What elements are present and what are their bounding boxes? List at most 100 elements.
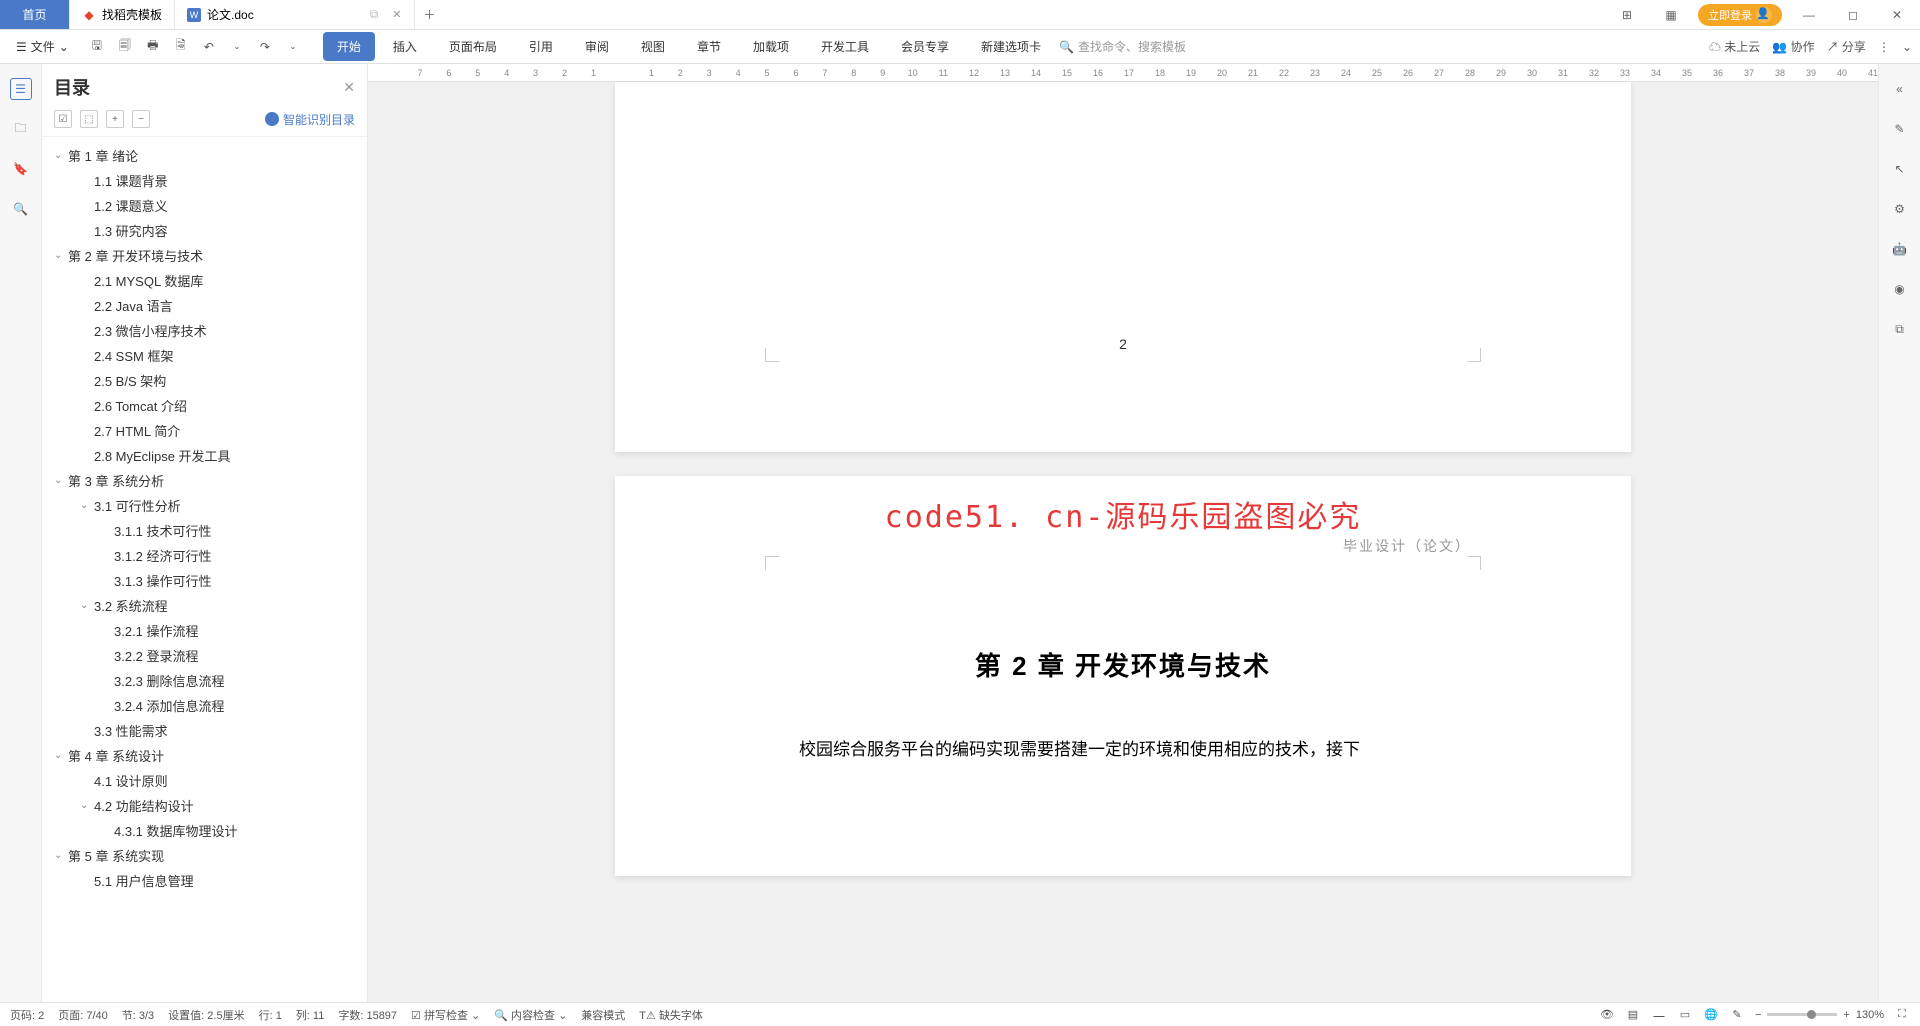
- close-button[interactable]: ✕: [1880, 3, 1914, 27]
- zoom-in-button[interactable]: +: [1843, 1009, 1849, 1021]
- zoom-value[interactable]: 130%: [1856, 1009, 1884, 1021]
- status-setval[interactable]: 设置值: 2.5厘米: [168, 1007, 244, 1023]
- toc-item[interactable]: 2.8 MyEclipse 开发工具: [42, 443, 367, 468]
- print-icon[interactable]: 🖶: [143, 37, 163, 57]
- redo-icon[interactable]: ↷: [255, 37, 275, 57]
- bookmark-icon[interactable]: 🔖: [10, 158, 32, 180]
- ribbon-tab-member[interactable]: 会员专享: [887, 32, 963, 61]
- toc-item[interactable]: 3.2.2 登录流程: [42, 643, 367, 668]
- highlight-icon[interactable]: ✎: [1729, 1007, 1745, 1023]
- ribbon-tab-reference[interactable]: 引用: [515, 32, 567, 61]
- toc-item[interactable]: 2.3 微信小程序技术: [42, 318, 367, 343]
- tab-home[interactable]: 首页: [0, 0, 70, 29]
- toc-item[interactable]: ⌄第 2 章 开发环境与技术: [42, 243, 367, 268]
- ribbon-tab-addon[interactable]: 加载项: [739, 32, 803, 61]
- ribbon-tab-custom[interactable]: 新建选项卡: [967, 32, 1055, 61]
- toc-tool-2[interactable]: ⬚: [80, 110, 98, 128]
- tab-document[interactable]: W 论文.doc ⧉ ✕: [175, 0, 414, 29]
- settings-icon[interactable]: ⚙: [1889, 198, 1911, 220]
- toc-tool-remove[interactable]: −: [132, 110, 150, 128]
- file-menu[interactable]: ☰ 文件 ⌄: [8, 34, 77, 59]
- toc-item[interactable]: 2.7 HTML 简介: [42, 418, 367, 443]
- toc-item[interactable]: 4.3.1 数据库物理设计: [42, 818, 367, 843]
- toc-item[interactable]: 3.2.1 操作流程: [42, 618, 367, 643]
- grid-icon[interactable]: ▦: [1654, 3, 1688, 27]
- collab-button[interactable]: 👥 协作: [1772, 38, 1814, 55]
- smart-toc-button[interactable]: 智能识别目录: [265, 111, 355, 128]
- status-spellcheck[interactable]: ☑ 拼写检查 ⌄: [411, 1007, 480, 1023]
- status-compat[interactable]: 兼容模式: [581, 1007, 625, 1023]
- toc-item[interactable]: 3.2.3 删除信息流程: [42, 668, 367, 693]
- pages-viewport[interactable]: 2 code51. cn-源码乐园盗图必究 毕业设计（论文） 第 2 章 开发环…: [368, 82, 1878, 1002]
- toc-item[interactable]: 2.4 SSM 框架: [42, 343, 367, 368]
- login-button[interactable]: 立即登录 👤: [1698, 4, 1782, 26]
- toc-item[interactable]: 3.2.4 添加信息流程: [42, 693, 367, 718]
- ruler[interactable]: 7654321123456789101112131415161718192021…: [368, 64, 1878, 82]
- assistant-icon[interactable]: 🤖: [1889, 238, 1911, 260]
- more-icon[interactable]: ⋮: [1878, 40, 1890, 54]
- status-row[interactable]: 行: 1: [259, 1007, 282, 1023]
- fullscreen-icon[interactable]: ⛶: [1894, 1007, 1910, 1023]
- status-chars[interactable]: 字数: 15897: [338, 1007, 397, 1023]
- badge-icon[interactable]: ◉: [1889, 278, 1911, 300]
- ribbon-tab-chapter[interactable]: 章节: [683, 32, 735, 61]
- ribbon-tab-layout[interactable]: 页面布局: [435, 32, 511, 61]
- save-icon[interactable]: 🖫: [87, 37, 107, 57]
- tab-templates[interactable]: ◆ 找稻壳模板: [70, 0, 175, 29]
- close-icon[interactable]: ✕: [343, 79, 355, 96]
- toc-item[interactable]: 5.1 用户信息管理: [42, 868, 367, 893]
- close-icon[interactable]: ✕: [392, 8, 401, 21]
- toc-item[interactable]: ⌄4.2 功能结构设计: [42, 793, 367, 818]
- status-contentcheck[interactable]: 🔍 内容检查 ⌄: [494, 1007, 567, 1023]
- save-as-icon[interactable]: 🗐: [115, 37, 135, 57]
- toc-item[interactable]: 2.5 B/S 架构: [42, 368, 367, 393]
- toc-item[interactable]: ⌄3.2 系统流程: [42, 593, 367, 618]
- toc-item[interactable]: 2.1 MYSQL 数据库: [42, 268, 367, 293]
- status-pagecode[interactable]: 页码: 2: [10, 1007, 44, 1023]
- outline-icon[interactable]: ☰: [10, 78, 32, 100]
- popout-icon[interactable]: ⧉: [370, 7, 379, 22]
- view-read-icon[interactable]: ▭: [1677, 1007, 1693, 1023]
- ribbon-tab-review[interactable]: 审阅: [571, 32, 623, 61]
- toc-item[interactable]: 3.3 性能需求: [42, 718, 367, 743]
- new-tab-button[interactable]: ＋: [415, 0, 445, 29]
- cloud-status[interactable]: ☁ 未上云: [1709, 38, 1760, 55]
- ribbon-tab-start[interactable]: 开始: [323, 32, 375, 61]
- view-outline-icon[interactable]: ⎼: [1651, 1007, 1667, 1023]
- ribbon-tab-insert[interactable]: 插入: [379, 32, 431, 61]
- view-web-icon[interactable]: 🌐: [1703, 1007, 1719, 1023]
- toc-item[interactable]: 3.1.2 经济可行性: [42, 543, 367, 568]
- status-page[interactable]: 页面: 7/40: [58, 1007, 108, 1023]
- status-col[interactable]: 列: 11: [296, 1007, 325, 1023]
- undo-icon[interactable]: ↶: [199, 37, 219, 57]
- print-preview-icon[interactable]: 🗟: [171, 37, 191, 57]
- pen-icon[interactable]: ✎: [1889, 118, 1911, 140]
- status-section[interactable]: 节: 3/3: [122, 1007, 154, 1023]
- toc-item[interactable]: 2.6 Tomcat 介绍: [42, 393, 367, 418]
- ribbon-tab-view[interactable]: 视图: [627, 32, 679, 61]
- minimize-button[interactable]: —: [1792, 3, 1826, 27]
- toc-item[interactable]: 4.1 设计原则: [42, 768, 367, 793]
- search-input[interactable]: 🔍 查找命令、搜索模板: [1059, 38, 1209, 55]
- chevron-down-icon[interactable]: ⌄: [1902, 40, 1912, 54]
- ribbon-tab-devtools[interactable]: 开发工具: [807, 32, 883, 61]
- layout-icon[interactable]: ⊞: [1610, 3, 1644, 27]
- maximize-button[interactable]: ◻: [1836, 3, 1870, 27]
- toc-tool-1[interactable]: ☑: [54, 110, 72, 128]
- folder-icon[interactable]: 🗀: [10, 118, 32, 140]
- chevron-down-icon[interactable]: ⌄: [283, 37, 303, 57]
- zoom-slider[interactable]: [1767, 1013, 1837, 1016]
- toc-item[interactable]: 1.3 研究内容: [42, 218, 367, 243]
- zoom-out-button[interactable]: −: [1755, 1009, 1761, 1021]
- toc-item[interactable]: ⌄第 4 章 系统设计: [42, 743, 367, 768]
- chevron-down-icon[interactable]: ⌄: [227, 37, 247, 57]
- toc-item[interactable]: 2.2 Java 语言: [42, 293, 367, 318]
- layout-icon[interactable]: ⧉: [1889, 318, 1911, 340]
- toc-item[interactable]: ⌄3.1 可行性分析: [42, 493, 367, 518]
- toc-tool-add[interactable]: +: [106, 110, 124, 128]
- toc-item[interactable]: 1.1 课题背景: [42, 168, 367, 193]
- share-button[interactable]: ↗ 分享: [1827, 38, 1866, 55]
- toc-item[interactable]: 3.1.1 技术可行性: [42, 518, 367, 543]
- toc-item[interactable]: 1.2 课题意义: [42, 193, 367, 218]
- collapse-icon[interactable]: «: [1889, 78, 1911, 100]
